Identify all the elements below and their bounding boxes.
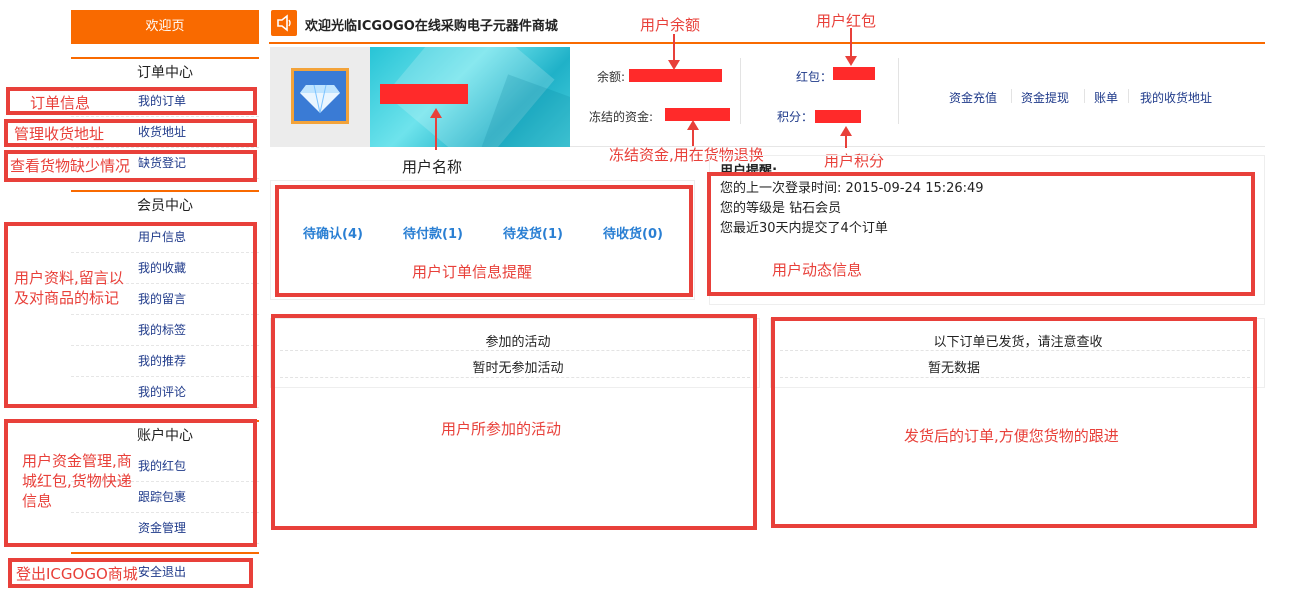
tab-pending-confirm[interactable]: 待确认(4) xyxy=(303,223,363,242)
sidebar-welcome[interactable]: 欢迎页 xyxy=(71,10,259,44)
shipped-empty: 暂无数据 xyxy=(928,361,981,376)
diamond-icon xyxy=(300,84,340,114)
annotation-arrow-icon xyxy=(840,126,852,148)
sidebar-member-center-title: 会员中心 xyxy=(71,190,259,218)
annotation-arrow-icon xyxy=(668,34,680,70)
speaker-icon xyxy=(271,10,297,36)
tab-pending-receipt[interactable]: 待收货(0) xyxy=(603,223,663,242)
balance-value-redacted xyxy=(629,69,722,82)
points-label: 积分： xyxy=(777,110,814,124)
welcome-message: 欢迎光临ICGOGO在线采购电子元器件商城 xyxy=(305,19,558,34)
tab-pending-payment[interactable]: 待付款(1) xyxy=(403,223,463,242)
annotation-arrow-icon xyxy=(430,108,442,150)
annotation-address: 管理收货地址 xyxy=(14,125,105,143)
link-separator xyxy=(1011,89,1012,103)
divider xyxy=(280,350,750,351)
red-packet-label: 红包： xyxy=(796,70,833,84)
points-value-redacted xyxy=(815,110,861,123)
annotation-box-member xyxy=(4,222,257,408)
member-level-text: 您的等级是 钻石会员 xyxy=(720,201,842,216)
divider xyxy=(780,377,1250,378)
annotation-dynamic: 用户动态信息 xyxy=(772,261,863,279)
link-separator xyxy=(1084,89,1085,103)
activities-title: 参加的活动 xyxy=(485,335,551,350)
recharge-link[interactable]: 资金充值 xyxy=(949,89,997,106)
sidebar-divider xyxy=(71,552,259,554)
activities-empty: 暂时无参加活动 xyxy=(472,361,564,376)
annotation-activities: 用户所参加的活动 xyxy=(441,420,562,438)
annotation-username: 用户名称 xyxy=(402,158,463,176)
annotation-order-info: 订单信息 xyxy=(30,94,91,112)
frozen-funds-label: 冻结的资金: xyxy=(589,110,654,124)
annotation-account: 用户资金管理,商城红包,货物快递信息 xyxy=(22,452,132,510)
reminder-title: 用户提醒: xyxy=(720,164,778,172)
balance-label: 余额: xyxy=(597,70,626,84)
recent-orders-text: 您最近30天内提交了4个订单 xyxy=(720,221,888,236)
shipped-title: 以下订单已发货，请注意查收 xyxy=(933,335,1103,350)
link-separator xyxy=(1128,89,1129,103)
last-login-text: 您的上一次登录时间: 2015-09-24 15:26:49 xyxy=(720,181,984,196)
sidebar-order-center-title: 订单中心 xyxy=(71,57,259,85)
annotation-shipped: 发货后的订单,方便您货物的跟进 xyxy=(904,427,1119,445)
divider xyxy=(280,377,750,378)
annotation-arrow-icon xyxy=(845,28,857,66)
annotation-order-remind: 用户订单信息提醒 xyxy=(412,263,533,281)
annotation-logout: 登出ICGOGO商城 xyxy=(16,565,138,583)
info-separator xyxy=(898,58,899,124)
address-link[interactable]: 我的收货地址 xyxy=(1140,89,1212,106)
divider xyxy=(780,350,1250,351)
annotation-arrow-icon xyxy=(687,120,699,146)
annotation-shortage: 查看货物缺少情况 xyxy=(10,157,131,175)
avatar[interactable] xyxy=(291,68,349,124)
annotation-member: 用户资料,留言以及对商品的标记 xyxy=(14,269,124,307)
info-separator xyxy=(740,58,741,124)
red-packet-value-redacted xyxy=(833,67,875,80)
withdraw-link[interactable]: 资金提现 xyxy=(1021,89,1069,106)
annotation-balance: 用户余额 xyxy=(640,16,701,34)
username-redacted xyxy=(380,84,468,104)
bill-link[interactable]: 账单 xyxy=(1094,89,1118,106)
tab-pending-shipment[interactable]: 待发货(1) xyxy=(503,223,563,242)
